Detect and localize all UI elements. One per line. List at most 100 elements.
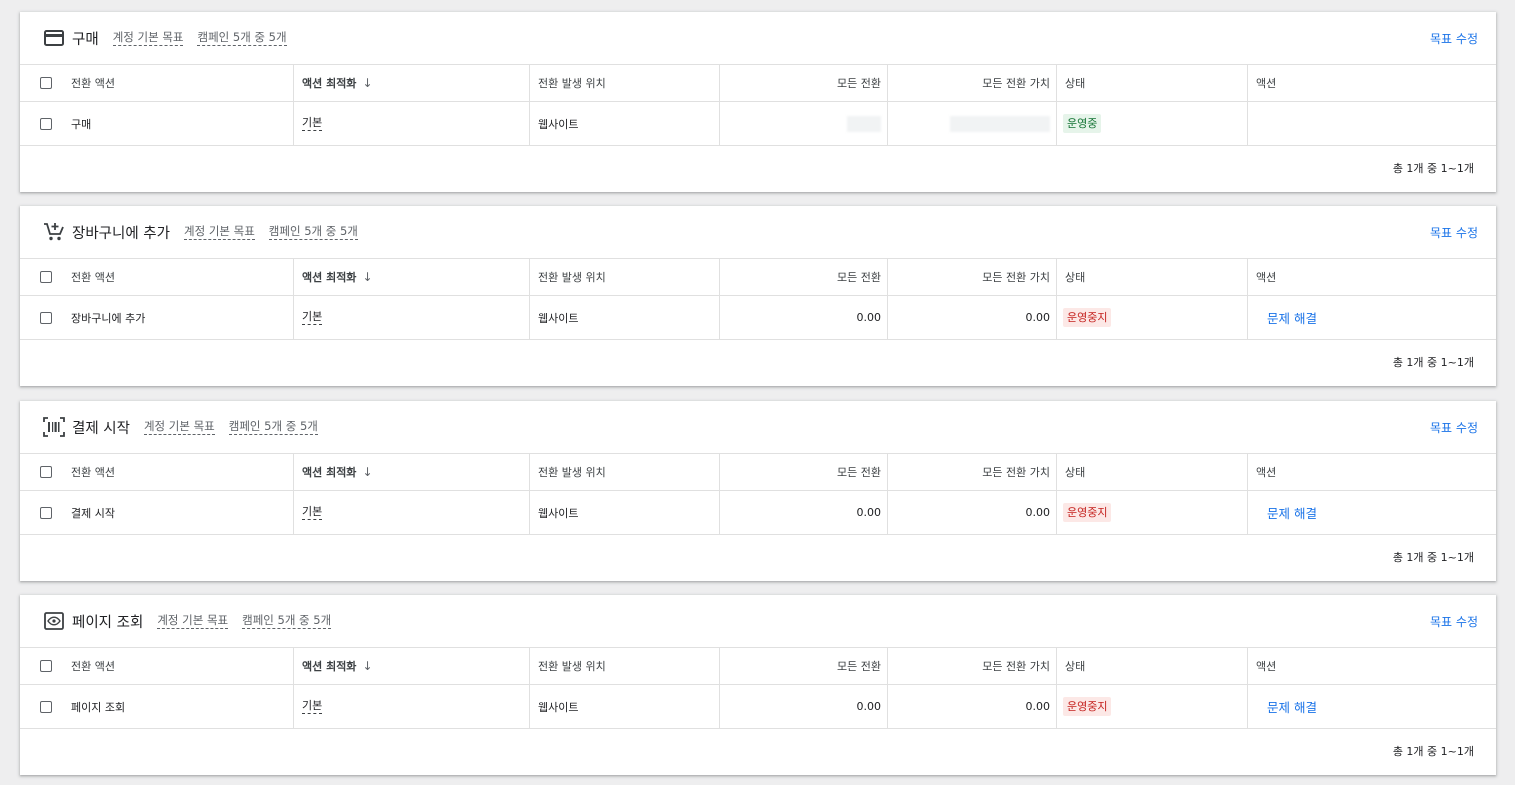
header-conversion-action[interactable]: 전환 액션	[71, 648, 115, 684]
header-all-conversions[interactable]: 모든 전환	[719, 648, 887, 684]
table-row: 장바구니에 추가 기본 웹사이트 0.00 0.00 운영중지 문제 해결	[20, 295, 1496, 339]
select-all-checkbox[interactable]	[40, 466, 52, 478]
goal-header: 구매 계정 기본 목표 캠페인 5개 중 5개 목표 수정	[20, 12, 1496, 64]
sort-arrow-down-icon[interactable]: ↓	[362, 270, 372, 284]
campaign-count-label[interactable]: 캠페인 5개 중 5개	[268, 224, 358, 240]
header-action-optimization[interactable]: 액션 최적화 ↓	[293, 65, 373, 101]
default-goal-label[interactable]: 계정 기본 목표	[112, 30, 184, 46]
troubleshoot-link[interactable]: 문제 해결	[1267, 697, 1317, 716]
header-all-conversions[interactable]: 모든 전환	[719, 454, 887, 490]
all-conversions-value: 0.00	[719, 685, 887, 728]
pagination-text: 총 1개 중 1~1개	[1392, 551, 1474, 564]
edit-goal-link[interactable]: 목표 수정	[1430, 30, 1478, 47]
footer-divider	[20, 339, 1496, 340]
redacted-value	[950, 115, 1050, 132]
conversion-action-link[interactable]: 결제 시작	[71, 491, 115, 534]
pagination-text: 총 1개 중 1~1개	[1392, 745, 1474, 758]
goal-title: 장바구니에 추가	[72, 225, 170, 242]
goal-card-page-view: 페이지 조회 계정 기본 목표 캠페인 5개 중 5개 목표 수정 전환 액션 …	[20, 595, 1496, 775]
campaign-count-label[interactable]: 캠페인 5개 중 5개	[228, 419, 318, 435]
footer-divider	[20, 728, 1496, 729]
conversion-goals-page: 구매 계정 기본 목표 캠페인 5개 중 5개 목표 수정 전환 액션 액션 최…	[0, 0, 1515, 785]
all-conversions-value: 0.00	[719, 296, 887, 339]
header-all-conversions[interactable]: 모든 전환	[719, 65, 887, 101]
source-value: 웹사이트	[529, 685, 578, 728]
header-conversion-source[interactable]: 전환 발생 위치	[529, 648, 606, 684]
header-status[interactable]: 상태	[1056, 65, 1085, 101]
sort-arrow-down-icon[interactable]: ↓	[362, 76, 372, 90]
all-conversion-value-value: 0.00	[887, 685, 1056, 728]
campaign-count-label[interactable]: 캠페인 5개 중 5개	[197, 30, 287, 46]
edit-goal-link[interactable]: 목표 수정	[1430, 613, 1478, 630]
header-status[interactable]: 상태	[1056, 259, 1085, 295]
header-optimization-label: 액션 최적화	[302, 660, 357, 673]
sort-arrow-down-icon[interactable]: ↓	[362, 659, 372, 673]
conversion-action-link[interactable]: 구매	[71, 102, 91, 145]
default-goal-label[interactable]: 계정 기본 목표	[184, 224, 255, 240]
table-row: 결제 시작 기본 웹사이트 0.00 0.00 운영중지 문제 해결	[20, 490, 1496, 534]
status-badge: 운영중지	[1063, 697, 1112, 716]
header-conversion-action[interactable]: 전환 액션	[71, 454, 115, 490]
header-all-conversions[interactable]: 모든 전환	[719, 259, 887, 295]
select-all-checkbox[interactable]	[40, 271, 52, 283]
row-checkbox[interactable]	[40, 311, 52, 324]
header-status[interactable]: 상태	[1056, 454, 1085, 490]
row-checkbox[interactable]	[40, 117, 52, 130]
goal-card-purchase: 구매 계정 기본 목표 캠페인 5개 중 5개 목표 수정 전환 액션 액션 최…	[20, 12, 1496, 192]
header-actions: 액션	[1247, 454, 1276, 490]
optimization-value[interactable]: 기본	[302, 699, 323, 714]
header-optimization-label: 액션 최적화	[302, 271, 357, 284]
all-conversions-value: 0.00	[719, 491, 887, 534]
header-all-conversion-value[interactable]: 모든 전환 가치	[887, 648, 1056, 684]
header-conversion-action[interactable]: 전환 액션	[71, 65, 115, 101]
edit-goal-link[interactable]: 목표 수정	[1430, 419, 1478, 436]
header-conversion-source[interactable]: 전환 발생 위치	[529, 65, 606, 101]
default-goal-label[interactable]: 계정 기본 목표	[143, 419, 215, 435]
pagination-text: 총 1개 중 1~1개	[1392, 162, 1474, 175]
barcode-scanner-icon	[42, 415, 66, 439]
header-conversion-source[interactable]: 전환 발생 위치	[529, 454, 606, 490]
row-checkbox[interactable]	[40, 506, 52, 519]
page-view-icon	[42, 609, 66, 633]
default-goal-label[interactable]: 계정 기본 목표	[157, 613, 229, 629]
header-action-optimization[interactable]: 액션 최적화 ↓	[293, 454, 373, 490]
optimization-value[interactable]: 기본	[302, 116, 323, 131]
edit-goal-link[interactable]: 목표 수정	[1430, 224, 1478, 241]
header-conversion-source[interactable]: 전환 발생 위치	[529, 259, 606, 295]
header-all-conversion-value[interactable]: 모든 전환 가치	[887, 454, 1056, 490]
select-all-checkbox[interactable]	[40, 77, 52, 89]
sort-arrow-down-icon[interactable]: ↓	[362, 465, 372, 479]
source-value: 웹사이트	[529, 102, 578, 145]
campaign-count-label[interactable]: 캠페인 5개 중 5개	[242, 613, 332, 629]
select-all-checkbox[interactable]	[40, 660, 52, 672]
footer-divider	[20, 534, 1496, 535]
status-badge: 운영중지	[1063, 503, 1112, 522]
header-action-optimization[interactable]: 액션 최적화 ↓	[293, 259, 373, 295]
conversion-action-link[interactable]: 페이지 조회	[71, 685, 125, 728]
header-action-optimization[interactable]: 액션 최적화 ↓	[293, 648, 373, 684]
header-conversion-action[interactable]: 전환 액션	[71, 259, 115, 295]
row-actions-cell	[1247, 102, 1248, 145]
row-checkbox[interactable]	[40, 700, 52, 713]
all-conversion-value-value: 0.00	[887, 296, 1056, 339]
goal-card-add-to-cart: 장바구니에 추가 계정 기본 목표 캠페인 5개 중 5개 목표 수정 전환 액…	[20, 206, 1496, 386]
status-badge: 운영중	[1063, 114, 1102, 133]
optimization-value[interactable]: 기본	[302, 310, 323, 325]
redacted-value	[847, 115, 881, 132]
header-optimization-label: 액션 최적화	[302, 466, 357, 479]
table-header-row: 전환 액션 액션 최적화 ↓ 전환 발생 위치 모든 전환 모든 전환 가치 상태…	[20, 453, 1496, 490]
troubleshoot-link[interactable]: 문제 해결	[1267, 308, 1317, 327]
optimization-value[interactable]: 기본	[302, 505, 323, 520]
troubleshoot-link[interactable]: 문제 해결	[1267, 503, 1317, 522]
all-conversions-value	[719, 102, 887, 145]
all-conversion-value-value: 0.00	[887, 491, 1056, 534]
header-all-conversion-value[interactable]: 모든 전환 가치	[887, 65, 1056, 101]
header-status[interactable]: 상태	[1056, 648, 1085, 684]
header-actions: 액션	[1247, 648, 1276, 684]
conversion-action-link[interactable]: 장바구니에 추가	[71, 296, 145, 339]
table-header-row: 전환 액션 액션 최적화 ↓ 전환 발생 위치 모든 전환 모든 전환 가치 상태…	[20, 64, 1496, 101]
table-row: 페이지 조회 기본 웹사이트 0.00 0.00 운영중지 문제 해결	[20, 684, 1496, 728]
credit-card-icon	[42, 26, 66, 50]
goal-header: 장바구니에 추가 계정 기본 목표 캠페인 5개 중 5개 목표 수정	[20, 206, 1496, 258]
header-all-conversion-value[interactable]: 모든 전환 가치	[887, 259, 1056, 295]
